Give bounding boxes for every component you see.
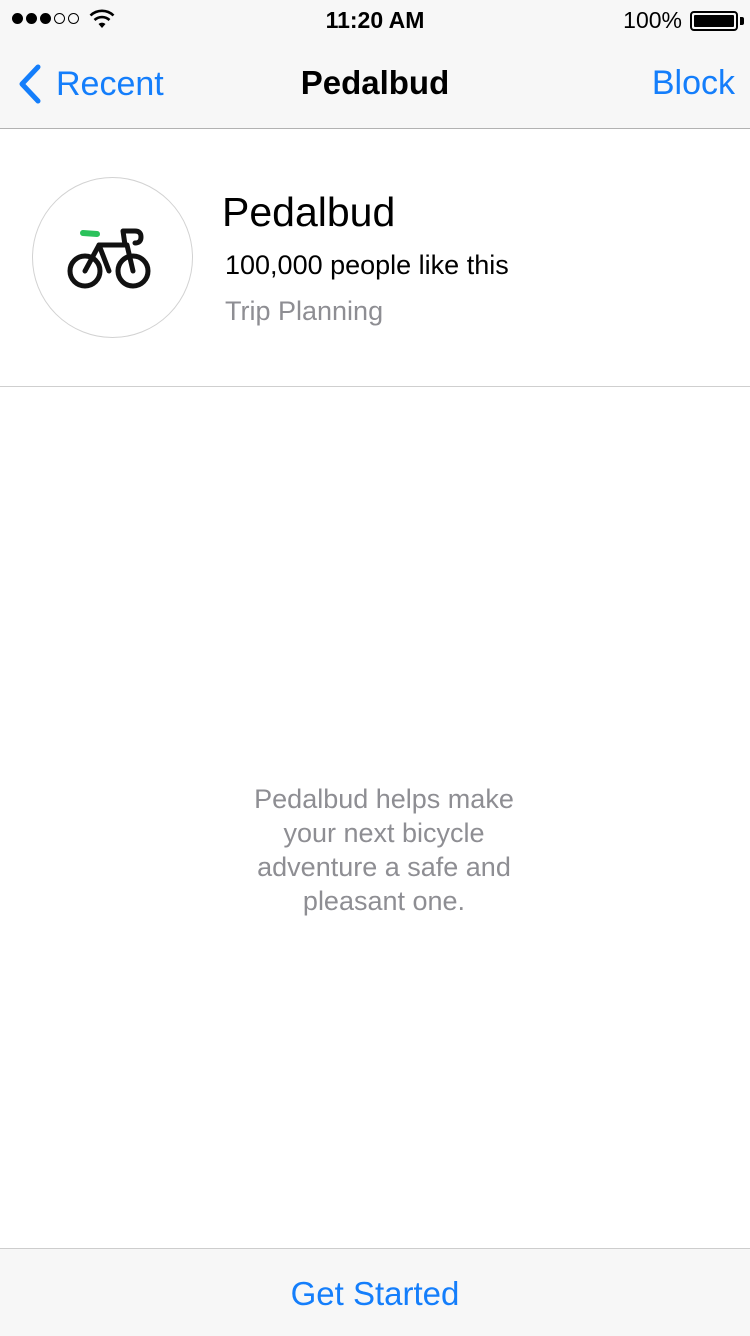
profile-name: Pedalbud [222,189,396,235]
profile-header: Pedalbud 100,000 people like this Trip P… [0,129,750,387]
bot-description: Pedalbud helps make your next bicycle ad… [254,784,514,916]
bicycle-icon [67,228,150,288]
page-title: Pedalbud [300,64,450,101]
avatar [32,177,193,338]
bottom-bar: Get Started [0,1248,750,1336]
block-button[interactable]: Block [652,64,735,103]
likes-count: 100,000 people like this [225,250,509,280]
battery-tip [740,17,744,25]
category-label: Trip Planning [225,296,384,326]
battery-percent: 100% [623,7,682,33]
status-bar: 11:20 AM 100% [0,0,750,40]
navigation-bar: Recent Pedalbud Block [0,40,750,129]
battery-icon [690,11,738,31]
get-started-button[interactable]: Get Started [0,1275,750,1313]
